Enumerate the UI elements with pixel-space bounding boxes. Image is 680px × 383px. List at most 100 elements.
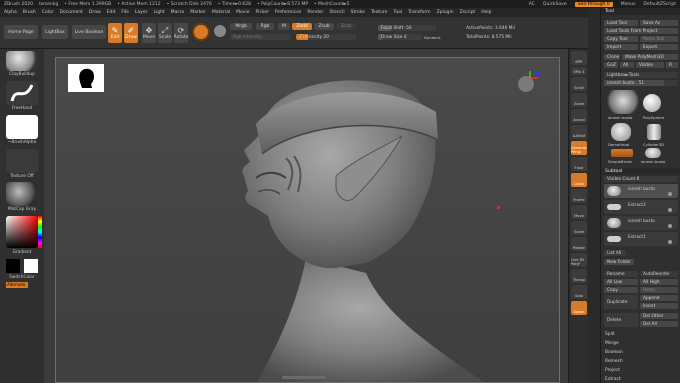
rotate-view-button[interactable]: Rotate <box>571 237 587 251</box>
tool-thumb-simplebrush[interactable] <box>611 149 633 157</box>
all-low-button[interactable]: All Low <box>604 279 638 285</box>
eye-icon[interactable] <box>668 240 672 244</box>
paste-button[interactable]: Paste <box>640 287 678 293</box>
move-button[interactable]: ✥ Move <box>142 23 156 43</box>
local-button[interactable]: Local <box>571 173 587 187</box>
subtool-item-3[interactable]: ionesh busto <box>604 216 678 230</box>
subtool-header[interactable]: Subtool <box>601 168 680 175</box>
menu-stencil[interactable]: Stencil <box>329 10 344 15</box>
new-folder-button[interactable]: New Folder <box>604 259 634 265</box>
delete-button[interactable]: Delete <box>604 313 638 327</box>
visible-button[interactable]: Visible <box>636 62 664 68</box>
menu-stroke[interactable]: Stroke <box>351 10 365 15</box>
all-button[interactable]: All <box>620 62 634 68</box>
split-section[interactable]: Split <box>605 332 615 337</box>
color-picker[interactable] <box>6 216 38 248</box>
texture-thumbnail[interactable] <box>6 149 38 173</box>
save-as-button[interactable]: Save As <box>640 20 678 26</box>
subtool-item-1[interactable]: ionesh busto <box>604 184 678 198</box>
menu-render[interactable]: Render <box>307 10 323 15</box>
gradient-label[interactable]: Gradient <box>0 250 44 255</box>
tool-thumb-ionesh-busto-2[interactable] <box>645 148 661 158</box>
r-button[interactable]: R <box>666 62 678 68</box>
clone-button[interactable]: Clone <box>604 54 620 60</box>
menu-layer[interactable]: Layer <box>135 10 148 15</box>
zoom-button[interactable]: Zoom <box>571 93 587 107</box>
alternate-button[interactable]: Alternate <box>6 282 28 288</box>
eye-icon[interactable] <box>668 192 672 196</box>
brush-thumbnail[interactable] <box>6 51 38 71</box>
menu-picker[interactable]: Picker <box>255 10 268 15</box>
load-tool-button[interactable]: Load Tool <box>604 20 638 26</box>
hue-strip[interactable] <box>38 216 42 248</box>
seethrough-slider[interactable]: See-through 0 <box>574 1 613 7</box>
remesh-section[interactable]: Remesh <box>605 359 623 364</box>
eye-icon[interactable] <box>668 224 672 228</box>
document-canvas[interactable] <box>55 57 560 383</box>
quicksave-button[interactable]: QuickSave <box>543 2 567 7</box>
tool-thumb-ionesh-busto[interactable] <box>606 90 640 114</box>
home-page-button[interactable]: Home Page <box>4 25 38 39</box>
aahalf-button[interactable]: AAHalf <box>571 125 587 139</box>
material-thumbnail[interactable] <box>6 182 38 206</box>
extract-section[interactable]: Extract <box>605 377 621 382</box>
move-view-button[interactable]: Move <box>571 205 587 219</box>
switch-color-button[interactable]: SwitchColor <box>0 275 44 280</box>
solo-button[interactable]: Solo <box>571 285 587 299</box>
stroke-thumbnail[interactable] <box>6 81 38 105</box>
copy-tool-button[interactable]: Copy Tool <box>604 36 638 42</box>
scroll-button[interactable]: Scroll <box>571 77 587 91</box>
rgb-intensity-slider[interactable]: Rgb Intensity <box>230 34 290 40</box>
mrgb-button[interactable]: Mrgb <box>230 23 252 30</box>
all-high-button[interactable]: All High <box>640 279 678 285</box>
tool-thumb-cylinder3d[interactable] <box>647 124 661 140</box>
visible-count-slider[interactable]: Visible Count 8 <box>604 176 678 182</box>
merge-section[interactable]: Merge <box>605 341 619 346</box>
goz-button[interactable]: GoZ <box>604 62 618 68</box>
menu-document[interactable]: Document <box>60 10 83 15</box>
append-button[interactable]: Append <box>640 295 678 301</box>
menu-transform[interactable]: Transform <box>408 10 430 15</box>
material-sphere-icon[interactable] <box>214 25 226 37</box>
rename-button[interactable]: Rename <box>604 271 638 277</box>
project-section[interactable]: Project <box>605 368 620 373</box>
menus-toggle[interactable]: Menus <box>621 2 636 7</box>
menu-zscript[interactable]: Zscript <box>460 10 476 15</box>
scale-button[interactable]: ⤢ Scale <box>158 23 172 43</box>
menu-file[interactable]: File <box>121 10 129 15</box>
draw-button[interactable]: ✐ Draw <box>124 23 138 43</box>
draw-size-slider[interactable]: Draw Size 4 <box>378 34 422 40</box>
scale-view-button[interactable]: Scale <box>571 221 587 235</box>
current-tool-slider[interactable]: ionesh busto . 51 <box>604 80 678 86</box>
navigation-gizmo[interactable] <box>516 70 540 98</box>
tool-thumb-demohead[interactable] <box>611 123 631 141</box>
menu-light[interactable]: Light <box>153 10 164 15</box>
horizontal-scrollbar[interactable] <box>282 376 326 379</box>
tool-thumb-polysphere[interactable] <box>643 94 661 112</box>
zadd-button[interactable]: Zadd <box>292 23 312 30</box>
del-other-button[interactable]: Del Other <box>640 313 678 319</box>
menu-tool[interactable]: Tool <box>393 10 402 15</box>
dynamic-persp-button[interactable]: Dynamic Persp <box>571 141 587 155</box>
del-all-button[interactable]: Del All <box>640 321 678 327</box>
frame-button[interactable]: Frame <box>571 189 587 203</box>
menu-color[interactable]: Color <box>42 10 54 15</box>
xpose-button[interactable]: Xpose <box>571 301 587 315</box>
primary-color-swatch[interactable] <box>24 259 38 273</box>
transp-button[interactable]: Transp <box>571 269 587 283</box>
insert-button[interactable]: Insert <box>640 303 678 309</box>
spix-slider[interactable]: SPix 3 <box>571 67 587 75</box>
live-boolean-button[interactable]: Live Boolean <box>72 25 106 39</box>
make-polymesh-button[interactable]: Make PolyMesh3D <box>622 54 678 60</box>
actual-button[interactable]: Actual <box>571 109 587 123</box>
duplicate-button[interactable]: Duplicate <box>604 295 638 309</box>
boolean-section[interactable]: Boolean <box>605 350 623 355</box>
menu-material[interactable]: Material <box>212 10 230 15</box>
polyf-button[interactable]: Line Fill PolyF <box>571 253 587 267</box>
lightbox-tools-button[interactable]: Lightbox►Tools <box>604 72 678 78</box>
menu-brush[interactable]: Brush <box>23 10 36 15</box>
paste-tool-button[interactable]: Paste Tool <box>640 36 678 42</box>
menu-alpha[interactable]: Alpha <box>4 10 17 15</box>
copy-button[interactable]: Copy <box>604 287 638 293</box>
rgb-button[interactable]: Rgb <box>256 23 274 30</box>
